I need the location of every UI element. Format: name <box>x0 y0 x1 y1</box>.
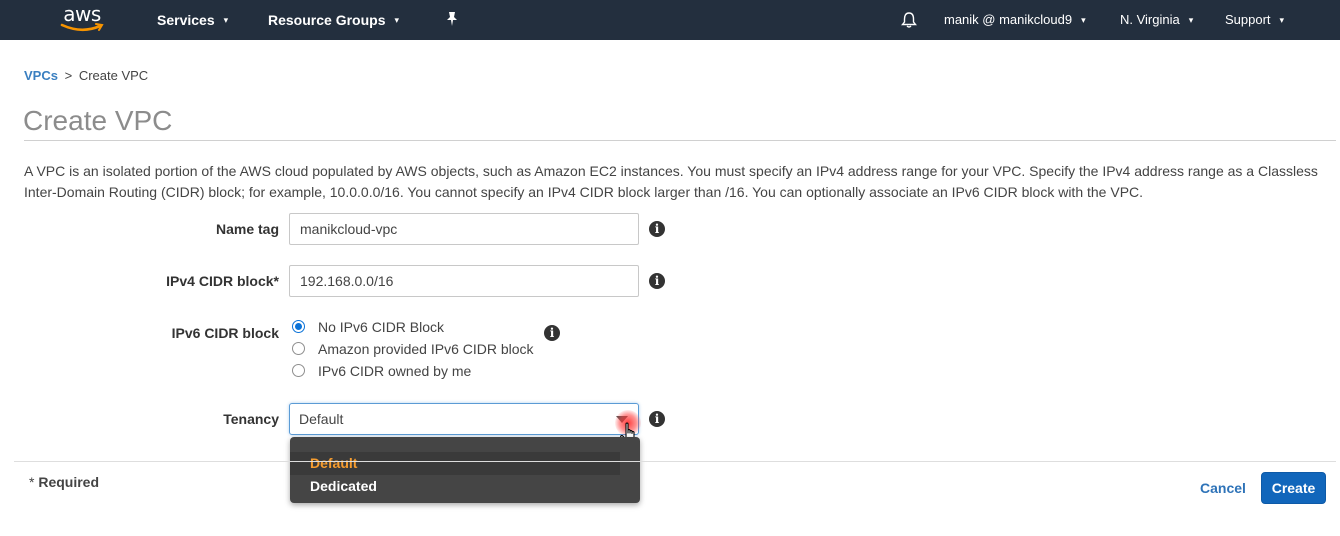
title-divider <box>24 140 1336 141</box>
tenancy-option-default[interactable]: Default <box>290 452 620 475</box>
aws-logo[interactable]: aws <box>59 4 105 36</box>
tenancy-option-dedicated[interactable]: Dedicated <box>290 475 620 498</box>
region-menu[interactable]: N. Virginia ▾ <box>1120 0 1193 40</box>
chevron-down-icon: ▾ <box>394 15 400 26</box>
breadcrumb-vpcs-link[interactable]: VPCs <box>24 68 58 83</box>
radio-label: No IPv6 CIDR Block <box>318 319 445 335</box>
support-menu[interactable]: Support ▾ <box>1225 0 1284 40</box>
aws-logo-text: aws <box>63 2 101 26</box>
info-icon[interactable]: i <box>544 325 560 341</box>
info-icon[interactable]: i <box>649 411 665 427</box>
breadcrumb-separator: > <box>64 68 73 83</box>
name-tag-label: Name tag <box>215 221 279 237</box>
info-icon[interactable]: i <box>649 221 665 237</box>
account-menu[interactable]: manik @ manikcloud9 ▾ <box>944 0 1086 40</box>
name-tag-input[interactable] <box>289 213 639 245</box>
chevron-down-icon: ▾ <box>1279 14 1285 25</box>
region-label: N. Virginia <box>1120 12 1180 27</box>
pushpin-icon <box>447 12 457 26</box>
chevron-down-icon: ▾ <box>223 15 229 26</box>
radio-button[interactable] <box>292 364 305 377</box>
services-label: Services <box>157 12 215 28</box>
chevron-down-icon: ▾ <box>1188 14 1194 25</box>
required-asterisk: * <box>29 474 35 490</box>
resource-groups-label: Resource Groups <box>268 12 386 28</box>
top-nav-bar: aws Services ▾ Resource Groups ▾ manik @ m… <box>0 0 1340 40</box>
tenancy-label: Tenancy <box>223 411 279 427</box>
tenancy-selected-value: Default <box>299 411 344 427</box>
breadcrumb-current: Create VPC <box>78 68 149 83</box>
required-note: * Required <box>29 474 99 490</box>
ipv6-cidr-label: IPv6 CIDR block <box>171 325 279 341</box>
ipv4-cidr-input[interactable] <box>289 265 639 297</box>
services-menu[interactable]: Services ▾ <box>157 0 228 40</box>
footer-divider <box>14 461 1336 462</box>
aws-smile-icon <box>60 23 104 32</box>
breadcrumb: VPCs > Create VPC <box>24 68 148 83</box>
resource-groups-menu[interactable]: Resource Groups ▾ <box>268 0 399 40</box>
page-description: A VPC is an isolated portion of the AWS … <box>24 163 1318 200</box>
page-title: Create VPC <box>23 105 173 136</box>
required-label: Required <box>38 474 100 490</box>
chevron-down-icon: ▾ <box>1081 14 1086 25</box>
notifications-button[interactable] <box>900 11 918 29</box>
radio-button[interactable] <box>292 342 305 355</box>
tenancy-dropdown-menu: Default Dedicated <box>290 437 640 503</box>
radio-label: IPv6 CIDR owned by me <box>318 363 472 379</box>
create-button[interactable]: Create <box>1261 472 1326 504</box>
support-label: Support <box>1225 12 1271 27</box>
cancel-button[interactable]: Cancel <box>1200 480 1246 496</box>
ipv4-cidr-label: IPv4 CIDR block* <box>166 273 279 289</box>
pin-button[interactable] <box>445 11 459 29</box>
radio-label: Amazon provided IPv6 CIDR block <box>318 341 534 357</box>
account-label: manik @ manikcloud9 <box>944 12 1073 27</box>
info-icon[interactable]: i <box>649 273 665 289</box>
bell-icon <box>901 12 917 28</box>
tenancy-select[interactable]: Default <box>289 403 639 435</box>
radio-button-checked[interactable] <box>292 320 305 333</box>
